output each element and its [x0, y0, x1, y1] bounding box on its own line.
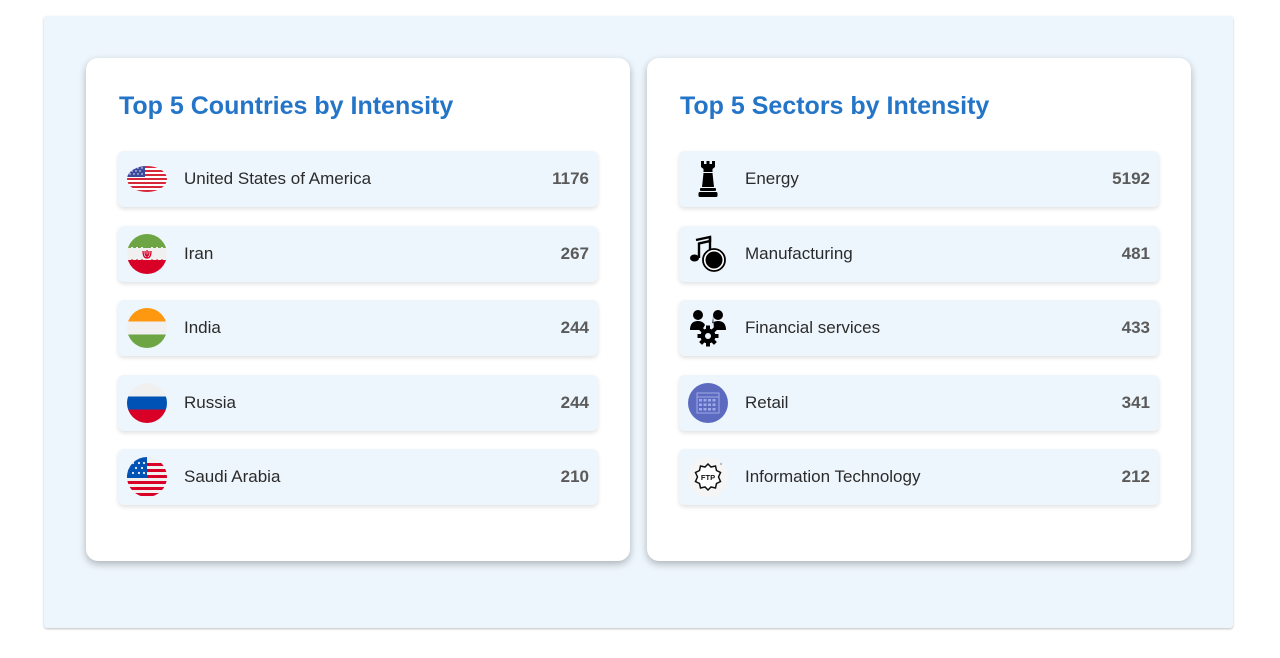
- country-row-iran[interactable]: Iran 267: [118, 225, 598, 282]
- sector-value: 481: [1121, 243, 1150, 263]
- country-name: United States of America: [184, 169, 372, 188]
- sector-value: 5192: [1112, 169, 1150, 188]
- sector-name: Manufacturing: [745, 243, 853, 263]
- country-row-usa[interactable]: United States of America 1176: [118, 151, 598, 207]
- us-flag-icon: [127, 159, 167, 199]
- sector-row-information-technology[interactable]: FTP Information Technology 212: [679, 449, 1159, 505]
- india-flag-icon: [127, 308, 167, 348]
- sector-name: Financial services: [745, 318, 881, 337]
- us-flag-round-icon: [127, 457, 167, 497]
- country-name: Saudi Arabia: [184, 467, 281, 486]
- country-name: India: [184, 318, 221, 337]
- people-gear-icon: [688, 308, 728, 348]
- country-name: Russia: [184, 392, 236, 412]
- countries-card: Top 5 Countries by Intensity United Stat…: [86, 58, 630, 561]
- sector-name: Information Technology: [745, 467, 921, 486]
- countries-list: United States of America 1176 Iran 267 I…: [118, 151, 598, 524]
- svg-text:FTP: FTP: [701, 473, 715, 482]
- country-row-saudi-arabia[interactable]: Saudi Arabia 210: [118, 449, 598, 505]
- russia-flag-icon: [127, 382, 167, 423]
- sector-row-energy[interactable]: Energy 5192: [679, 151, 1159, 207]
- iran-flag-icon: [127, 233, 167, 274]
- country-row-india[interactable]: India 244: [118, 300, 598, 356]
- ftp-badge-icon: FTP: [688, 457, 728, 497]
- sector-value: 212: [1121, 467, 1150, 486]
- country-value: 244: [560, 318, 589, 337]
- countries-card-title: Top 5 Countries by Intensity: [119, 92, 454, 120]
- sector-row-manufacturing[interactable]: Manufacturing 481: [679, 225, 1159, 282]
- country-row-russia[interactable]: Russia 244: [118, 374, 598, 431]
- sectors-list: Energy 5192 Manufacturing 481 Financial …: [679, 151, 1159, 524]
- country-value: 210: [560, 467, 589, 486]
- chess-rook-icon: [688, 159, 728, 199]
- sector-row-financial-services[interactable]: Financial services 433: [679, 300, 1159, 356]
- country-value: 267: [560, 243, 589, 263]
- country-name: Iran: [184, 243, 214, 263]
- country-value: 244: [560, 392, 589, 412]
- sector-value: 341: [1121, 392, 1150, 412]
- calendar-circle-icon: [688, 382, 728, 423]
- sector-row-retail[interactable]: Retail 341: [679, 374, 1159, 431]
- sectors-card: Top 5 Sectors by Intensity Energy 5192 M…: [647, 58, 1191, 561]
- country-value: 1176: [552, 169, 589, 188]
- dashboard-container: Top 5 Countries by Intensity United Stat…: [44, 16, 1233, 628]
- sector-value: 433: [1121, 318, 1150, 337]
- music-note-icon: [688, 234, 728, 274]
- sector-name: Energy: [745, 169, 799, 188]
- sectors-card-title: Top 5 Sectors by Intensity: [680, 92, 990, 120]
- sector-name: Retail: [745, 392, 789, 412]
